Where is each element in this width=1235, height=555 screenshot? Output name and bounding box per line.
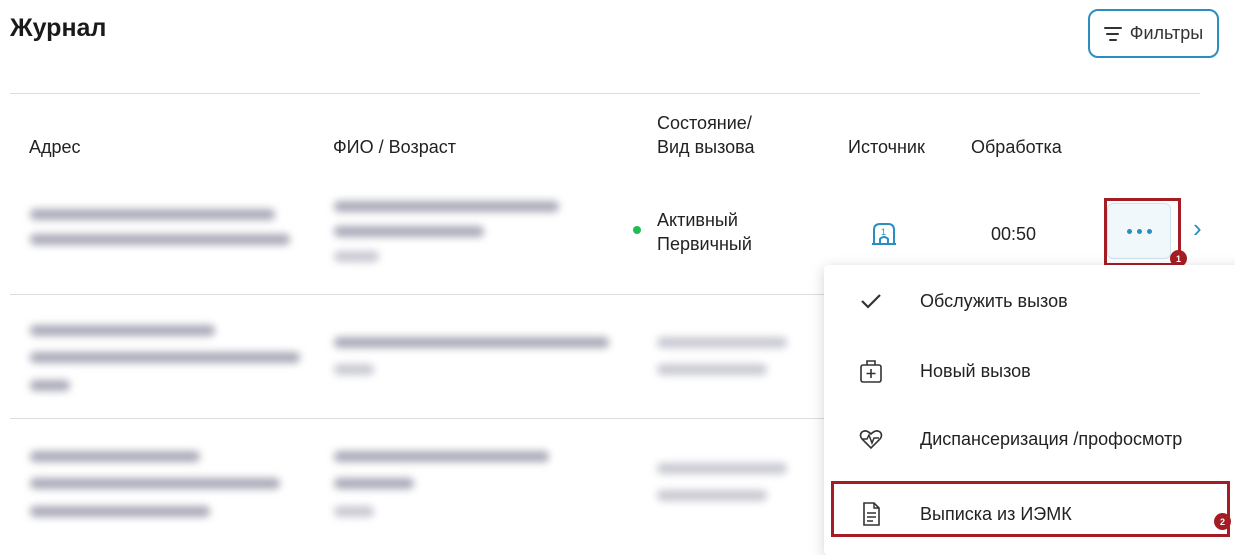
address-redacted [30,204,290,254]
menu-item-new-call[interactable]: Новый вызов [824,340,1234,400]
column-header-fio-age[interactable]: ФИО / Возраст [333,135,456,159]
status-redacted [657,458,807,508]
address-redacted [30,446,290,526]
medical-bag-plus-icon [860,360,882,383]
row-status-type: Первичный [657,234,752,254]
status-active-dot [633,226,641,234]
address-redacted [30,320,305,400]
chevron-right-icon[interactable]: › [1193,215,1202,241]
column-header-source[interactable]: Источник [848,135,925,159]
annotation-badge-2: 2 [1214,513,1231,530]
highlight-frame-iemk [831,481,1230,537]
menu-item-serve-call[interactable]: Обслужить вызов [824,270,1234,330]
status-redacted [657,332,807,382]
page-title: Журнал [10,14,107,42]
fio-redacted [334,332,614,382]
row-status: Активный Первичный [657,208,752,256]
fio-redacted [334,446,554,526]
fio-redacted [334,196,574,266]
column-header-state-line2: Вид вызова [657,137,755,157]
menu-item-label: Обслужить вызов [920,291,1068,311]
column-header-state-line1: Состояние/ [657,113,752,133]
heart-pulse-icon [859,430,883,450]
filters-button[interactable]: Фильтры [1088,9,1219,58]
menu-item-label: Новый вызов [920,361,1031,381]
column-header-address[interactable]: Адрес [29,135,81,159]
table-top-divider [10,93,1200,94]
menu-item-dispensary[interactable]: Диспансеризация /профосмотр [824,408,1234,468]
check-icon [861,294,881,309]
source-icon: 1 [872,223,896,245]
processing-time: 00:50 [991,224,1037,244]
filters-label: Фильтры [1129,23,1204,43]
row-status-state: Активный [657,210,738,230]
row-divider [10,294,824,295]
row-divider [10,418,824,419]
filter-icon [1103,26,1122,41]
menu-item-label: Диспансеризация /профосмотр [920,429,1183,449]
column-header-processing[interactable]: Обработка [971,135,1062,159]
svg-text:1: 1 [881,227,886,237]
column-header-state[interactable]: Состояние/ Вид вызова [657,111,755,159]
